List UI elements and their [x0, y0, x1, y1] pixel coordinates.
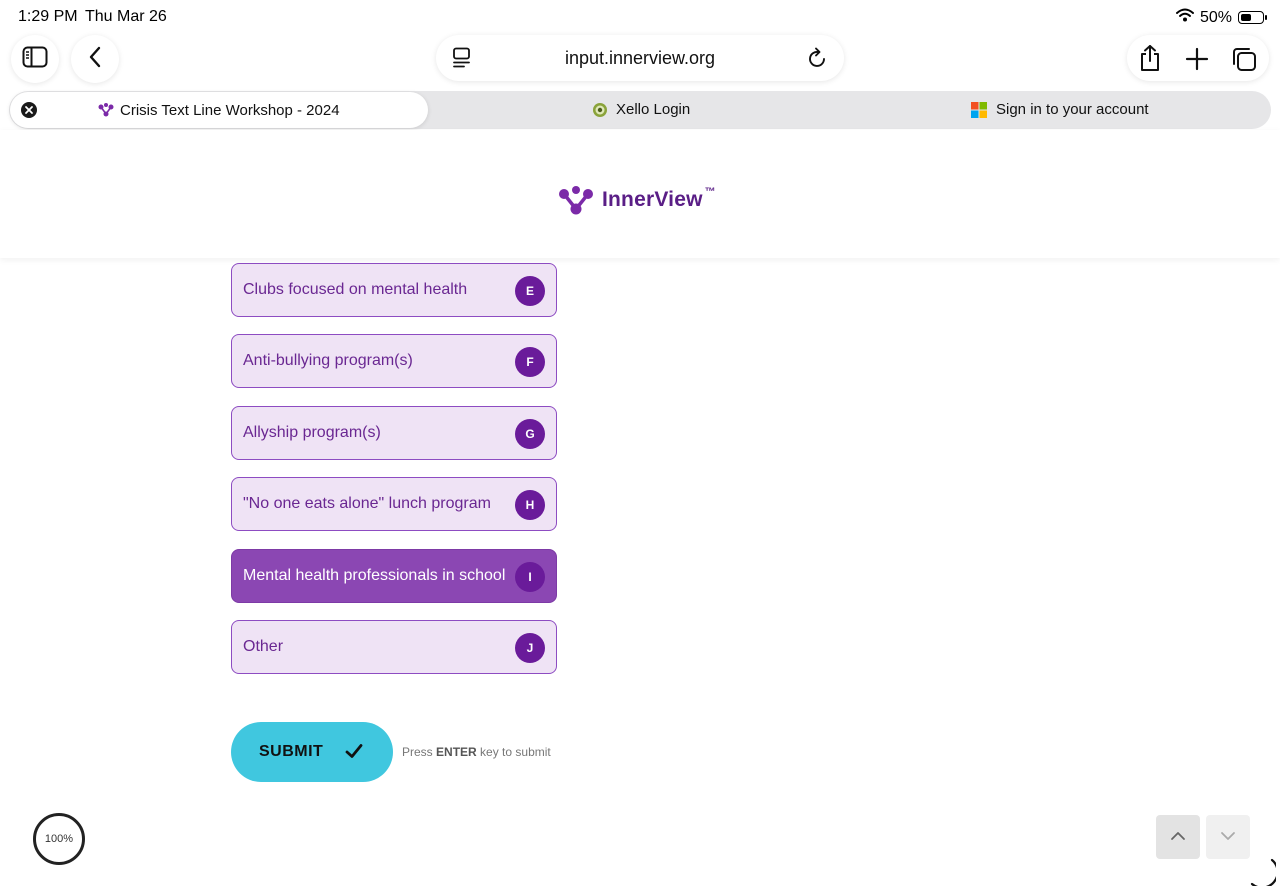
url-text: input.innerview.org [564, 48, 716, 68]
tab-title: Crisis Text Line Workshop - 2024 [120, 102, 340, 119]
hint-key: ENTER [436, 745, 477, 759]
hint-prefix: Press [402, 745, 433, 759]
new-tab-icon[interactable] [1185, 47, 1209, 76]
innerview-logo-icon [559, 186, 593, 215]
status-date: Thu Mar 26 [85, 8, 167, 25]
sidebar-icon [22, 46, 48, 73]
chevron-left-icon [88, 46, 102, 73]
option-key-badge: I [515, 562, 545, 592]
enter-key-hint: Press ENTER key to submit [402, 745, 551, 759]
battery-icon [1238, 11, 1267, 24]
status-bar: 1:29 PM Thu Mar 26 50% [0, 0, 1280, 34]
page-header: InnerView ™ [0, 130, 1280, 258]
tab-title: Sign in to your account [996, 101, 1149, 118]
option-no-one-eats-alone[interactable]: "No one eats alone" lunch program H [231, 477, 557, 531]
submit-button[interactable]: SUBMIT [231, 722, 393, 782]
hint-suffix: key to submit [480, 745, 551, 759]
innerview-favicon-icon [98, 103, 114, 122]
tab-title: Xello Login [616, 101, 691, 118]
battery-level [1240, 13, 1251, 21]
loading-spinner-icon [1250, 858, 1279, 891]
option-key-badge: J [515, 633, 545, 663]
option-key-badge: G [515, 419, 545, 449]
progress-text: 100% [44, 833, 74, 845]
option-label: "No one eats alone" lunch program [243, 495, 491, 512]
back-button[interactable] [71, 35, 119, 83]
option-mental-health-professionals[interactable]: Mental health professionals in school I [231, 549, 557, 603]
status-time: 1:29 PM [18, 8, 78, 25]
option-label: Other [243, 638, 284, 655]
tab-overview-icon[interactable] [1231, 46, 1257, 77]
option-anti-bullying[interactable]: Anti-bullying program(s) F [231, 334, 557, 388]
brand-name: InnerView [602, 188, 703, 211]
option-key-badge: F [515, 347, 545, 377]
microsoft-favicon-icon [971, 102, 987, 123]
option-key-badge: H [515, 490, 545, 520]
share-icon[interactable] [1138, 44, 1162, 77]
option-label: Clubs focused on mental health [243, 281, 468, 298]
sidebar-button[interactable] [11, 35, 59, 83]
toolbar-actions [1127, 35, 1269, 81]
reload-icon[interactable] [808, 47, 828, 74]
tab-close-button[interactable] [21, 102, 37, 118]
submit-label: SUBMIT [259, 743, 324, 760]
wifi-icon [1175, 8, 1194, 27]
close-icon [25, 106, 33, 114]
xello-favicon-icon [592, 102, 608, 123]
brand-trademark: ™ [704, 186, 716, 198]
option-clubs-mental-health[interactable]: Clubs focused on mental health E [231, 263, 557, 317]
chevron-down-icon [1220, 828, 1236, 846]
option-key-badge: E [515, 276, 545, 306]
tab-crisis-text-line[interactable]: Crisis Text Line Workshop - 2024 [10, 92, 428, 128]
option-label: Allyship program(s) [243, 424, 381, 441]
check-icon [345, 743, 363, 764]
progress-indicator: 100% [33, 813, 85, 865]
option-allyship[interactable]: Allyship program(s) G [231, 406, 557, 460]
chevron-up-icon [1170, 828, 1186, 846]
next-question-button[interactable] [1206, 815, 1250, 859]
option-other[interactable]: Other J [231, 620, 557, 674]
battery-percent: 50% [1199, 8, 1232, 26]
option-label: Anti-bullying program(s) [243, 352, 413, 369]
brand-logo: InnerView ™ [558, 185, 716, 215]
previous-question-button[interactable] [1156, 815, 1200, 859]
status-indicators: 50% [1175, 8, 1267, 27]
option-label: Mental health professionals in school [243, 567, 506, 584]
address-bar[interactable]: input.innerview.org [436, 35, 844, 81]
